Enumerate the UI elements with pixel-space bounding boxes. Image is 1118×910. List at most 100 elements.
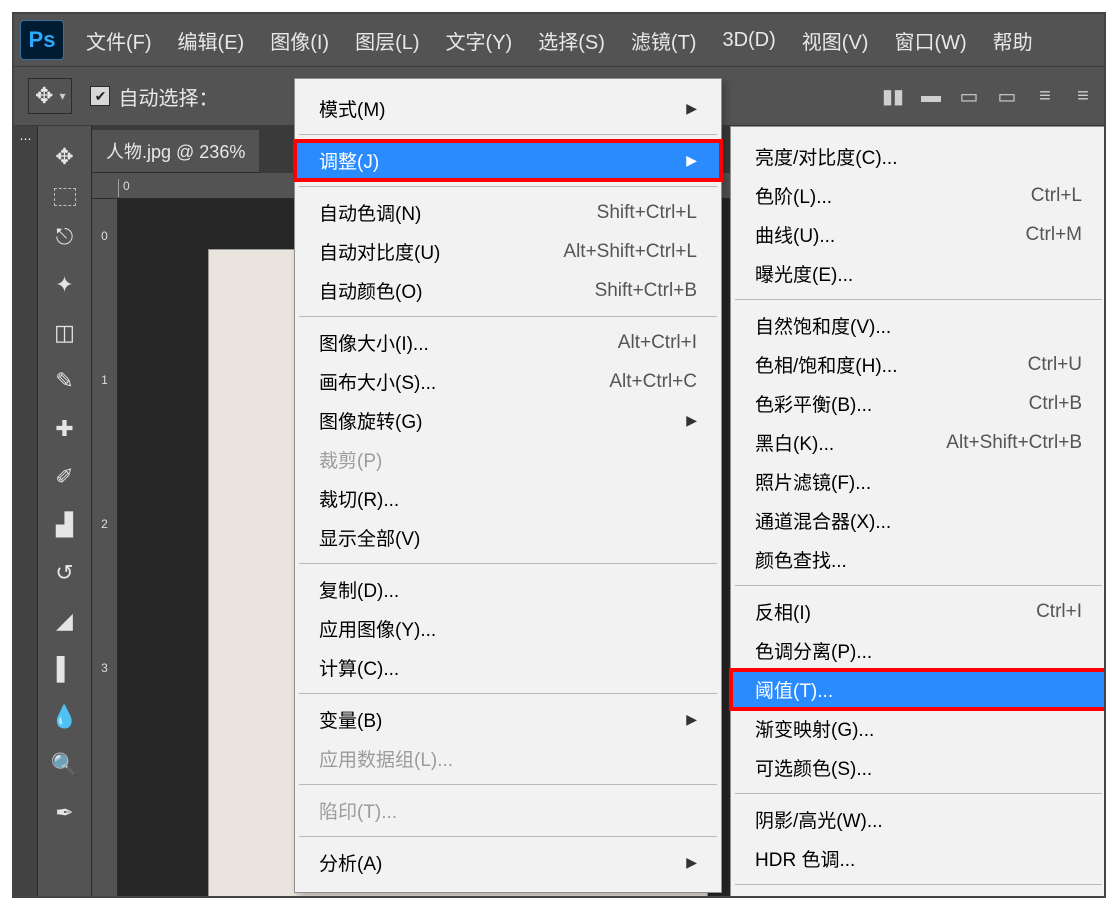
image-menu-separator	[299, 186, 717, 187]
menu-edit[interactable]: 编辑(E)	[178, 26, 245, 55]
menu-item-label: 计算(C)...	[319, 654, 399, 681]
adjust-menu-item[interactable]: 去色(D)Shift+Ctrl+U	[731, 891, 1106, 898]
menu-item-label: 曝光度(E)...	[755, 260, 853, 287]
tool-brush[interactable]: ✐	[45, 460, 85, 494]
tools-panel: ✥ ⎋ ✦ ◫ ✎ ✚ ✐ ▟ ↺ ◢ ▌ 💧 🔍 ✒	[38, 126, 92, 896]
tool-heal[interactable]: ✚	[45, 412, 85, 446]
image-menu-separator	[299, 836, 717, 837]
align-icon[interactable]: ▮▮	[880, 83, 906, 109]
auto-select-option[interactable]: ✔ 自动选择：	[90, 82, 218, 111]
tool-blur[interactable]: 💧	[45, 700, 85, 734]
adjust-menu-item[interactable]: 照片滤镜(F)...	[731, 462, 1106, 501]
menu-window[interactable]: 窗口(W)	[894, 26, 966, 55]
tool-crop[interactable]: ◫	[45, 316, 85, 350]
menu-item-label: 色阶(L)...	[755, 182, 832, 209]
menu-item-shortcut: Alt+Shift+Ctrl+L	[563, 241, 697, 263]
adjust-menu-item[interactable]: 曝光度(E)...	[731, 254, 1106, 293]
align-icon[interactable]: ▭	[956, 83, 982, 109]
menu-item-label: 裁切(R)...	[319, 485, 399, 512]
submenu-arrow-icon: ▶	[686, 412, 697, 429]
adjust-menu-item[interactable]: HDR 色调...	[731, 839, 1106, 878]
image-menu-item[interactable]: 应用图像(Y)...	[295, 609, 721, 648]
menu-item-shortcut: Alt+Ctrl+C	[609, 371, 697, 393]
adjust-menu-item[interactable]: 色相/饱和度(H)...Ctrl+U	[731, 345, 1106, 384]
adjust-menu-item[interactable]: 可选颜色(S)...	[731, 748, 1106, 787]
adjust-menu-item[interactable]: 阈值(T)...	[731, 670, 1106, 709]
adjust-menu-item[interactable]: 曲线(U)...Ctrl+M	[731, 215, 1106, 254]
menu-image[interactable]: 图像(I)	[270, 26, 329, 55]
menu-item-label: 反相(I)	[755, 598, 811, 625]
image-menu-item[interactable]: 复制(D)...	[295, 570, 721, 609]
tool-wand[interactable]: ✦	[45, 268, 85, 302]
distribute-icon[interactable]: ≡	[1070, 83, 1096, 109]
image-menu-item[interactable]: 调整(J)▶	[295, 141, 721, 180]
adjust-menu-item[interactable]: 通道混合器(X)...	[731, 501, 1106, 540]
image-menu-item[interactable]: 自动对比度(U)Alt+Shift+Ctrl+L	[295, 232, 721, 271]
tool-pen[interactable]: ✒	[45, 796, 85, 830]
menu-item-label: 模式(M)	[319, 95, 385, 122]
document-tab[interactable]: 人物.jpg @ 236%	[92, 130, 259, 173]
image-menu-item[interactable]: 图像大小(I)...Alt+Ctrl+I	[295, 323, 721, 362]
active-tool-indicator[interactable]: ✥ ▾	[28, 78, 72, 114]
image-menu-item[interactable]: 变量(B)▶	[295, 700, 721, 739]
submenu-arrow-icon: ▶	[686, 100, 697, 117]
adjust-menu-item[interactable]: 反相(I)Ctrl+I	[731, 592, 1106, 631]
panel-collapse-strip[interactable]: ⋯	[14, 126, 38, 896]
menu-item-label: 色相/饱和度(H)...	[755, 351, 898, 378]
menu-item-label: 去色(D)	[755, 897, 819, 898]
adjust-menu-item[interactable]: 渐变映射(G)...	[731, 709, 1106, 748]
tool-marquee[interactable]	[54, 188, 76, 206]
adjust-menu-item[interactable]: 自然饱和度(V)...	[731, 306, 1106, 345]
image-menu-item: 陷印(T)...	[295, 791, 721, 830]
menu-item-label: 陷印(T)...	[319, 797, 397, 824]
image-menu-item[interactable]: 自动色调(N)Shift+Ctrl+L	[295, 193, 721, 232]
submenu-arrow-icon: ▶	[686, 711, 697, 728]
tool-eyedropper[interactable]: ✎	[45, 364, 85, 398]
image-menu-item[interactable]: 分析(A)▶	[295, 843, 721, 882]
menu-item-shortcut: Shift+Ctrl+B	[595, 280, 697, 302]
adjust-menu-item[interactable]: 色彩平衡(B)...Ctrl+B	[731, 384, 1106, 423]
tool-gradient[interactable]: ▌	[45, 652, 85, 686]
menu-item-label: 应用数据组(L)...	[319, 745, 453, 772]
menu-filter[interactable]: 滤镜(T)	[631, 26, 697, 55]
tool-eraser[interactable]: ◢	[45, 604, 85, 638]
image-menu-item[interactable]: 自动颜色(O)Shift+Ctrl+B	[295, 271, 721, 310]
adjust-menu-separator	[735, 585, 1102, 586]
image-menu-dropdown: 模式(M) ▶ 调整(J)▶ 自动色调(N)Shift+Ctrl+L自动对比度(U)A…	[294, 78, 722, 893]
adjust-menu-item[interactable]: 色阶(L)...Ctrl+L	[731, 176, 1106, 215]
image-menu-item: 应用数据组(L)...	[295, 739, 721, 778]
menu-3d[interactable]: 3D(D)	[722, 29, 775, 52]
image-menu-item[interactable]: 计算(C)...	[295, 648, 721, 687]
tool-lasso[interactable]: ⎋	[45, 220, 85, 254]
menu-view[interactable]: 视图(V)	[802, 26, 869, 55]
adjust-menu-separator	[735, 793, 1102, 794]
adjust-menu-item[interactable]: 亮度/对比度(C)...	[731, 137, 1106, 176]
adjust-menu-item[interactable]: 阴影/高光(W)...	[731, 800, 1106, 839]
menu-select[interactable]: 选择(S)	[538, 26, 605, 55]
image-menu-item[interactable]: 画布大小(S)...Alt+Ctrl+C	[295, 362, 721, 401]
menu-help[interactable]: 帮助	[993, 26, 1033, 55]
menu-layer[interactable]: 图层(L)	[355, 26, 419, 55]
image-menu-item[interactable]: 图像旋转(G)▶	[295, 401, 721, 440]
distribute-icon[interactable]: ≡	[1032, 83, 1058, 109]
image-menu-item[interactable]: 显示全部(V)	[295, 518, 721, 557]
adjust-menu-item[interactable]: 颜色查找...	[731, 540, 1106, 579]
image-menu-item[interactable]: 模式(M) ▶	[295, 89, 721, 128]
menu-type[interactable]: 文字(Y)	[446, 26, 513, 55]
menu-file[interactable]: 文件(F)	[86, 26, 152, 55]
align-icon[interactable]: ▬	[918, 83, 944, 109]
ruler-tick: 1	[101, 373, 108, 387]
tool-stamp[interactable]: ▟	[45, 508, 85, 542]
image-menu-item[interactable]: 裁切(R)...	[295, 479, 721, 518]
tool-move[interactable]: ✥	[45, 140, 85, 174]
ruler-vertical[interactable]: 0 1 2 3	[92, 199, 118, 896]
tool-zoom[interactable]: 🔍	[45, 748, 85, 782]
ruler-tick: 3	[101, 661, 108, 675]
menu-item-shortcut: Ctrl+M	[1026, 224, 1082, 246]
align-icon[interactable]: ▭	[994, 83, 1020, 109]
tool-history[interactable]: ↺	[45, 556, 85, 590]
adjust-menu-item[interactable]: 色调分离(P)...	[731, 631, 1106, 670]
menu-item-label: 图像大小(I)...	[319, 329, 429, 356]
adjust-menu-item[interactable]: 黑白(K)...Alt+Shift+Ctrl+B	[731, 423, 1106, 462]
menu-item-label: 应用图像(Y)...	[319, 615, 436, 642]
